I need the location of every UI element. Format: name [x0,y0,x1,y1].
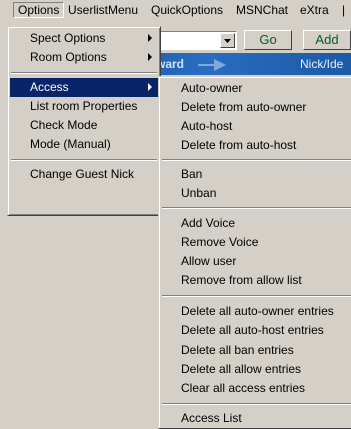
menu-item-label: Room Options [30,50,107,64]
menu-item-list-room-properties[interactable]: List room Properties [10,97,158,116]
menu-item-label: List room Properties [30,99,138,113]
menu-item-delete-from-auto-owner[interactable]: Delete from auto-owner [161,98,350,117]
menu-item-label: Access [30,80,69,94]
menu-separator [162,207,351,209]
menu-separator [11,72,157,74]
menu-item-clear-all-access-entries[interactable]: Clear all access entries [161,379,350,398]
menu-item-spect-options[interactable]: Spect Options [10,29,158,48]
channel-combobox[interactable] [153,31,237,50]
menu-item-remove-voice[interactable]: Remove Voice [161,233,350,252]
menu-item-unban[interactable]: Unban [161,184,350,203]
menu-divider: | [342,3,346,17]
menu-separator [162,295,351,297]
add-button[interactable]: Add [303,30,351,50]
menu-item-add-voice[interactable]: Add Voice [161,214,350,233]
menu-separator [162,159,351,161]
menu-item-access-list[interactable]: Access List [161,409,350,428]
menu-item-allow-user[interactable]: Allow user [161,252,350,271]
menu-item-mode-manual[interactable]: Mode (Manual) [10,135,158,154]
menu-quickoptions[interactable]: QuickOptions [147,2,227,18]
menu-extra[interactable]: eXtra [296,2,333,18]
menu-item-ban[interactable]: Ban [161,165,350,184]
menu-item-access[interactable]: Access [10,78,158,97]
menu-item-delete-all-ban-entries[interactable]: Delete all ban entries [161,341,350,360]
menu-item-auto-owner[interactable]: Auto-owner [161,79,350,98]
submenu-arrow-icon [148,83,152,91]
submenu-arrow-icon [148,34,152,42]
nick-identity-label: Nick/Ide [300,57,344,71]
menu-item-remove-from-allow-list[interactable]: Remove from allow list [161,271,350,290]
menu-item-delete-all-auto-host-entries[interactable]: Delete all auto-host entries [161,321,350,340]
menu-item-label: Spect Options [30,31,106,45]
menu-item-delete-all-auto-owner-entries[interactable]: Delete all auto-owner entries [161,302,350,321]
menu-item-auto-host[interactable]: Auto-host [161,117,350,136]
menu-item-change-guest-nick[interactable]: Change Guest Nick [10,165,158,184]
chevron-down-icon [224,39,231,43]
menu-item-delete-all-allow-entries[interactable]: Delete all allow entries [161,360,350,379]
menu-item-label: Mode (Manual) [30,137,111,151]
go-button[interactable]: Go [244,30,292,50]
submenu-arrow-icon [148,53,152,61]
menu-item-label: Check Mode [30,118,98,132]
access-submenu: Auto-owner Delete from auto-owner Auto-h… [158,76,351,429]
menu-bar: Options UserlistMenu QuickOptions MSNCha… [0,0,351,20]
combo-dropdown-button[interactable] [220,33,235,48]
forward-arrow-icon[interactable] [196,55,232,73]
menu-separator [162,403,351,405]
menu-separator [11,159,157,161]
options-menu: Spect Options Room Options Access List r… [7,26,161,216]
menu-item-label: Change Guest Nick [30,167,135,181]
menu-userlistmenu[interactable]: UserlistMenu [64,2,142,18]
menu-item-check-mode[interactable]: Check Mode [10,116,158,135]
menu-item-room-options[interactable]: Room Options [10,48,158,67]
menu-msnchat[interactable]: MSNChat [232,2,292,18]
menu-item-delete-from-auto-host[interactable]: Delete from auto-host [161,136,350,155]
menu-options[interactable]: Options [13,2,65,18]
